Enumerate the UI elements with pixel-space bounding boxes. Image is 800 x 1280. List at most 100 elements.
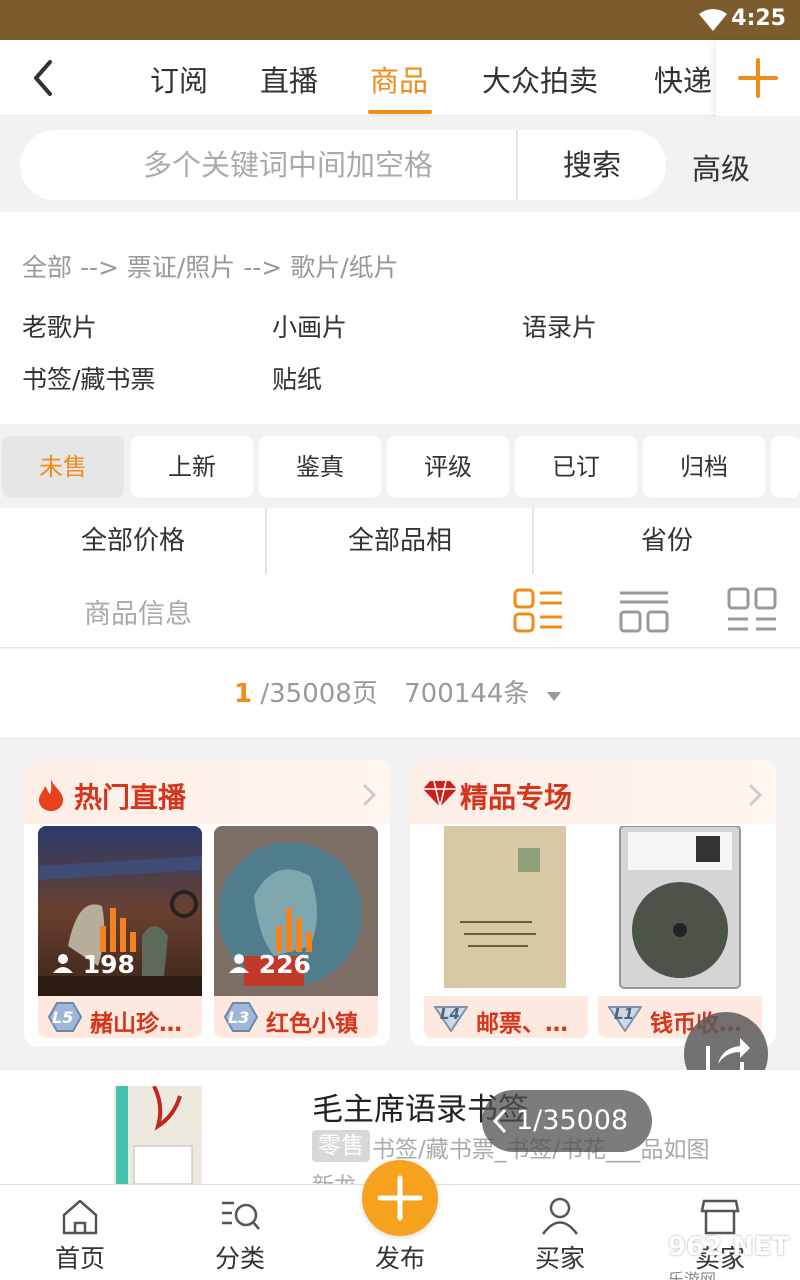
floating-page-indicator[interactable]: 1/35008 <box>482 1090 652 1152</box>
shop-icon <box>700 1199 740 1235</box>
search-bar: 搜索 高级 <box>0 116 800 212</box>
clock: 4:25 <box>731 6 786 31</box>
status-filters: 未售 上新 鉴真 评级 已订 归档 <box>0 436 800 500</box>
category-item[interactable]: 老歌片 <box>22 308 97 344</box>
filter-more[interactable] <box>771 436 800 498</box>
plus-icon <box>738 58 778 98</box>
search-button[interactable]: 搜索 <box>518 130 666 200</box>
item-subtext: 新龙 <box>312 1168 356 1184</box>
tab-subscribe[interactable]: 订阅 <box>150 58 208 100</box>
advanced-search-button[interactable]: 高级 <box>692 146 750 188</box>
item-thumbnail <box>598 826 762 996</box>
dropdown-caret-icon <box>546 692 561 701</box>
publish-button[interactable] <box>362 1160 438 1236</box>
premium-special-card[interactable]: 精品专场 L4 邮票、… L1 <box>410 760 776 1046</box>
tile-label: L4 邮票、… <box>424 996 588 1038</box>
promo-title: 热门直播 <box>74 781 187 814</box>
current-page: 1 <box>234 679 253 709</box>
category-item[interactable]: 语录片 <box>522 308 597 344</box>
viewer-count: 198 <box>52 950 135 979</box>
level-badge-text: L3 <box>228 1008 250 1027</box>
promo-title: 精品专场 <box>460 781 573 814</box>
special-tile[interactable]: L4 邮票、… <box>424 826 588 1038</box>
live-tile[interactable]: 198 L5 赭山珍… <box>38 826 202 1038</box>
site-watermark: 962.NET 乐游网 <box>668 1232 789 1280</box>
channel-tabs: 订阅 直播 商品 大众拍卖 快递 <box>150 40 712 116</box>
view-mode-row: 商品信息 <box>0 574 800 648</box>
nav-label: 分类 <box>214 1244 265 1273</box>
tab-auction[interactable]: 大众拍卖 <box>482 58 598 100</box>
nav-label: 买家 <box>534 1244 585 1273</box>
level-badge-text: L5 <box>52 1008 74 1027</box>
category-search-icon <box>222 1201 260 1230</box>
level-badge-text: L1 <box>614 1005 634 1023</box>
chevron-left-icon <box>492 1108 507 1134</box>
filter-authentic[interactable]: 鉴真 <box>259 436 381 498</box>
card-view-icon[interactable] <box>618 586 670 636</box>
chevron-right-icon <box>362 783 377 807</box>
filter-unsold[interactable]: 未售 <box>2 436 124 498</box>
tile-label: L3 红色小镇 <box>214 996 378 1038</box>
shop-name: 邮票、… <box>476 1011 568 1037</box>
tab-live[interactable]: 直播 <box>260 58 318 100</box>
status-bar: 4:25 <box>0 0 800 40</box>
tab-express[interactable]: 快递 <box>654 58 712 100</box>
page-info[interactable]: 1 /35008页 700144条 <box>234 673 562 710</box>
filter-ordered[interactable]: 已订 <box>515 436 637 498</box>
category-panel: 全部 --> 票证/照片 --> 歌片/纸片 老歌片 小画片 语录片 书签/藏书… <box>0 212 800 424</box>
add-channel-button[interactable] <box>716 40 800 116</box>
diamond-icon <box>423 780 457 808</box>
tab-goods[interactable]: 商品 <box>370 58 428 100</box>
item-thumbnail <box>114 1086 202 1184</box>
nav-buyer[interactable]: 买家 <box>480 1185 640 1280</box>
viewer-count-value: 226 <box>258 950 311 979</box>
tile-label: L5 赭山珍… <box>38 996 202 1038</box>
nav-label: 首页 <box>54 1244 105 1273</box>
nav-category[interactable]: 分类 <box>160 1185 320 1280</box>
total-pages: /35008页 <box>260 679 378 709</box>
breadcrumb[interactable]: 全部 --> 票证/照片 --> 歌片/纸片 <box>22 248 399 284</box>
pagination-row: 1 /35008页 700144条 <box>0 649 800 739</box>
back-icon[interactable] <box>22 56 66 100</box>
flame-icon <box>39 779 63 811</box>
hot-live-card[interactable]: 热门直播 198 L5 赭山珍… 226 L3 红色小镇 <box>24 760 390 1046</box>
province-filter[interactable]: 省份 <box>534 508 800 574</box>
list-view-icon[interactable] <box>512 586 564 636</box>
search-input[interactable] <box>60 130 516 200</box>
filter-new[interactable]: 上新 <box>131 436 253 498</box>
sort-row: 全部价格 全部品相 省份 <box>0 508 800 574</box>
condition-filter[interactable]: 全部品相 <box>267 508 533 574</box>
top-nav: 订阅 直播 商品 大众拍卖 快递 <box>0 40 800 116</box>
home-icon <box>62 1199 98 1235</box>
category-item[interactable]: 书签/藏书票 <box>22 360 155 396</box>
filter-archived[interactable]: 归档 <box>643 436 765 498</box>
live-bars-icon <box>100 908 136 952</box>
live-tile[interactable]: 226 L3 红色小镇 <box>214 826 378 1038</box>
special-tile[interactable]: L1 钱币收… <box>598 826 762 1038</box>
viewer-count: 226 <box>228 950 311 979</box>
user-icon <box>53 954 73 973</box>
grid-view-icon[interactable] <box>726 586 778 636</box>
watermark-sub: 乐游网 <box>668 1270 717 1280</box>
wifi-icon <box>699 9 727 31</box>
item-thumbnail <box>424 826 588 996</box>
live-bars-icon <box>276 908 312 952</box>
active-tab-indicator <box>368 110 432 114</box>
chevron-right-icon <box>748 783 763 807</box>
viewer-count-value: 198 <box>82 950 135 979</box>
user-icon <box>229 954 249 973</box>
search-pill: 搜索 <box>20 130 666 200</box>
category-item[interactable]: 小画片 <box>272 308 347 344</box>
plus-icon <box>377 1175 423 1221</box>
watermark-main: 962.NET <box>668 1232 790 1262</box>
floating-page-text: 1/35008 <box>516 1105 629 1136</box>
shop-name: 红色小镇 <box>266 1011 358 1037</box>
nav-home[interactable]: 首页 <box>0 1185 160 1280</box>
shop-name: 赭山珍… <box>90 1011 182 1037</box>
category-item[interactable]: 贴纸 <box>272 360 322 396</box>
filter-graded[interactable]: 评级 <box>387 436 509 498</box>
person-icon <box>541 1197 579 1235</box>
total-count: 700144条 <box>404 679 530 709</box>
goods-info-label[interactable]: 商品信息 <box>84 592 192 631</box>
price-filter[interactable]: 全部价格 <box>0 508 266 574</box>
